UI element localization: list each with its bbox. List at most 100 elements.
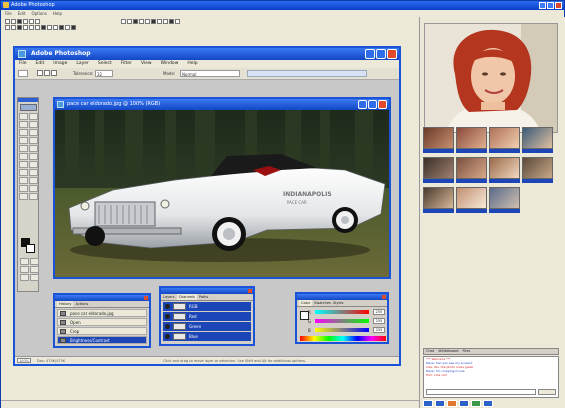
chat-send-button[interactable] <box>538 389 556 395</box>
photoshop-title-bar[interactable]: Adobe Photoshop <box>15 48 399 60</box>
stop-icon[interactable] <box>17 25 22 30</box>
participant-thumbnail[interactable] <box>489 187 520 214</box>
participant-thumbnail[interactable] <box>489 157 520 184</box>
tab-actions[interactable]: Actions <box>75 301 88 307</box>
add-selection-icon[interactable] <box>44 70 50 76</box>
camera-icon[interactable] <box>71 25 76 30</box>
full-screen-menu-icon[interactable] <box>30 274 39 281</box>
minimize-button[interactable] <box>539 2 546 9</box>
doc-minimize-button[interactable] <box>358 100 367 109</box>
ps-close-button[interactable] <box>387 49 397 59</box>
camera-button[interactable] <box>435 400 445 407</box>
history-step-selected[interactable]: Brightness/Contrast <box>57 336 147 344</box>
participant-thumbnail[interactable] <box>423 127 454 154</box>
document-title-bar[interactable]: pace car eldorado.jpg @ 100% (RGB) <box>55 99 389 110</box>
menu-file[interactable]: File <box>19 60 27 68</box>
participant-thumbnail[interactable] <box>456 127 487 154</box>
refresh-icon[interactable] <box>23 25 28 30</box>
quick-mask-icon[interactable] <box>30 258 39 265</box>
participant-thumbnail[interactable] <box>522 127 553 154</box>
history-palette-close-icon[interactable] <box>144 296 148 300</box>
line-icon[interactable] <box>133 19 138 24</box>
copy-icon[interactable] <box>35 19 40 24</box>
history-step[interactable]: Open <box>57 318 147 326</box>
print-icon[interactable] <box>23 19 28 24</box>
document-window[interactable]: pace car eldorado.jpg @ 100% (RGB) INDIA… <box>53 97 391 279</box>
color-slider-r[interactable]: R 255 <box>308 309 385 316</box>
jump-to-imageready-icon[interactable] <box>20 274 29 281</box>
clone-stamp-tool-icon[interactable] <box>19 145 28 152</box>
participant-thumbnail[interactable] <box>489 127 520 154</box>
presenter-video[interactable] <box>424 23 558 133</box>
fill-icon[interactable] <box>151 19 156 24</box>
color-slider-b[interactable]: B 255 <box>308 327 385 334</box>
tab-channels[interactable]: Channels <box>176 294 197 300</box>
zoom-field[interactable]: 100% <box>17 358 31 363</box>
grid-icon[interactable] <box>47 25 52 30</box>
doc-size-info[interactable]: Doc: 475K/475K <box>37 357 65 365</box>
new-icon[interactable] <box>5 19 10 24</box>
participant-thumbnail[interactable] <box>456 157 487 184</box>
pointer-icon[interactable] <box>163 19 168 24</box>
outer-menu-options[interactable]: Options <box>31 10 46 17</box>
outer-title-bar[interactable]: Adobe Photoshop <box>1 1 564 10</box>
home-icon[interactable] <box>29 25 34 30</box>
magic-wand-tool-icon[interactable] <box>29 121 38 128</box>
back-icon[interactable] <box>5 25 10 30</box>
tab-styles[interactable]: Styles <box>333 300 344 306</box>
tab-color[interactable]: Color <box>299 300 313 306</box>
record-icon[interactable] <box>175 19 180 24</box>
outer-menu-edit[interactable]: Edit <box>18 10 26 17</box>
share-button[interactable] <box>459 400 469 407</box>
screen-mode-icon[interactable] <box>20 266 29 273</box>
participant-thumbnail[interactable] <box>423 157 454 184</box>
tab-swatches[interactable]: Swatches <box>314 300 331 306</box>
crop-tool-icon[interactable] <box>19 129 28 136</box>
subtract-selection-icon[interactable] <box>51 70 57 76</box>
eyedropper-tool-icon[interactable] <box>29 185 38 192</box>
gradient-tool-icon[interactable] <box>29 153 38 160</box>
pen-icon[interactable] <box>121 19 126 24</box>
tab-history[interactable]: History <box>57 301 74 307</box>
close-button[interactable] <box>555 2 562 9</box>
slice-tool-icon[interactable] <box>29 129 38 136</box>
menu-edit[interactable]: Edit <box>36 60 45 68</box>
eye-icon[interactable] <box>165 334 170 339</box>
color-slider-g[interactable]: G 255 <box>308 318 385 325</box>
forward-icon[interactable] <box>11 25 16 30</box>
pan-icon[interactable] <box>41 25 46 30</box>
mic-icon[interactable] <box>65 25 70 30</box>
move-tool-icon[interactable] <box>29 113 38 120</box>
eye-icon[interactable] <box>165 304 170 309</box>
channel-row[interactable]: Blue <box>163 332 251 341</box>
channel-row[interactable]: Red <box>163 312 251 321</box>
menu-view[interactable]: View <box>141 60 152 68</box>
save-icon[interactable] <box>17 19 22 24</box>
color-palette-close-icon[interactable] <box>382 295 386 299</box>
tab-whiteboard[interactable]: Whiteboard <box>438 349 458 354</box>
marquee-tool-icon[interactable] <box>19 113 28 120</box>
ellipse-icon[interactable] <box>145 19 150 24</box>
participant-thumbnail[interactable] <box>522 157 553 184</box>
cut-icon[interactable] <box>29 19 34 24</box>
new-selection-icon[interactable] <box>37 70 43 76</box>
toolbox-header[interactable] <box>18 98 38 102</box>
mode-select[interactable]: Normal <box>180 70 240 77</box>
slider-value[interactable]: 255 <box>373 327 385 333</box>
color-palette-title[interactable] <box>297 294 387 300</box>
share-icon[interactable] <box>169 19 174 24</box>
rect-icon[interactable] <box>139 19 144 24</box>
channels-palette-close-icon[interactable] <box>248 289 252 293</box>
history-snapshot[interactable]: pace car eldorado.jpg <box>57 309 147 317</box>
doc-maximize-button[interactable] <box>368 100 377 109</box>
sync-icon[interactable] <box>59 25 64 30</box>
text-icon[interactable] <box>127 19 132 24</box>
history-brush-tool-icon[interactable] <box>29 145 38 152</box>
ps-minimize-button[interactable] <box>365 49 375 59</box>
open-icon[interactable] <box>11 19 16 24</box>
lasso-tool-icon[interactable] <box>19 121 28 128</box>
tab-files[interactable]: Files <box>462 349 470 354</box>
path-selection-tool-icon[interactable] <box>19 169 28 176</box>
notes-tool-icon[interactable] <box>19 185 28 192</box>
chat-input[interactable] <box>426 389 536 395</box>
